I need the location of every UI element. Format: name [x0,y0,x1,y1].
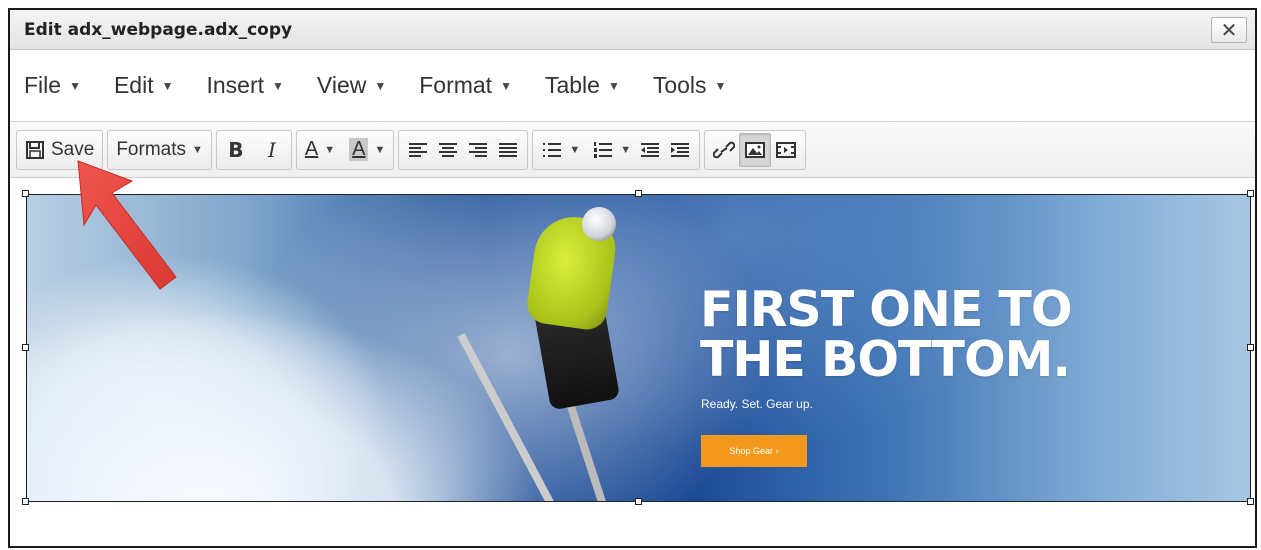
chevron-down-icon: ▼ [324,143,336,156]
menu-tools-label: Tools [652,72,707,98]
indent-icon [671,142,690,157]
headline-line-2: THE BOTTOM. [700,331,1071,388]
formats-group: Formats ▼ [107,129,212,170]
resize-handle-top-middle[interactable] [635,190,642,197]
align-center-icon [439,142,458,157]
menu-edit[interactable]: Edit ▼ [114,72,174,99]
text-color-icon: A [304,138,319,160]
save-label: Save [51,138,95,160]
chevron-down-icon: ▼ [374,143,386,156]
toolbar: Save Formats ▼ B I A ▼ A ▼ ▼ ▼ [10,122,1255,178]
chevron-down-icon: ▼ [500,78,512,93]
italic-icon: I [267,137,276,162]
menu-format-label: Format [419,72,493,98]
headline-line-1: FIRST ONE TO [700,281,1072,338]
banner-image[interactable]: FIRST ONE TO THE BOTTOM. Ready. Set. Gea… [26,194,1251,502]
media-button[interactable] [771,133,801,167]
chevron-down-icon: ▼ [272,78,284,93]
menu-file-label: File [24,72,62,98]
formats-label: Formats [116,138,186,160]
formats-dropdown[interactable]: Formats ▼ [112,133,207,167]
link-icon [713,141,736,158]
bullet-list-button[interactable]: ▼ [537,133,584,167]
menu-insert[interactable]: Insert ▼ [206,72,283,99]
close-icon: ✕ [1220,19,1238,42]
menubar: File ▼ Edit ▼ Insert ▼ View ▼ Format ▼ Table ▼… [10,50,1255,122]
indent-button[interactable] [665,133,695,167]
skier-helmet [582,207,616,241]
dialog-title: Edit adx_webpage.adx_copy [24,19,293,40]
resize-handle-top-left[interactable] [22,190,29,197]
image-icon [745,141,766,158]
background-color-button[interactable]: A ▼ [345,133,389,167]
background-color-icon: A [349,138,369,161]
menu-table[interactable]: Table ▼ [545,72,620,99]
bullet-list-icon [543,142,562,157]
save-group: Save [16,129,104,170]
chevron-down-icon: ▼ [161,78,174,93]
menu-insert-label: Insert [206,72,265,98]
menu-view[interactable]: View ▼ [317,72,386,99]
close-button[interactable]: ✕ [1211,17,1247,43]
bold-icon: B [228,137,244,162]
align-group [398,129,529,170]
resize-handle-top-right[interactable] [1247,190,1254,197]
video-icon [776,141,797,158]
align-left-icon [409,142,428,157]
color-group: A ▼ A ▼ [295,129,395,170]
chevron-down-icon: ▼ [192,143,203,156]
bold-button[interactable]: B [221,133,251,167]
align-right-button[interactable] [463,133,493,167]
chevron-down-icon: ▼ [620,143,632,156]
menu-table-label: Table [544,72,600,98]
resize-handle-bottom-left[interactable] [22,498,29,505]
insert-group [704,129,807,170]
text-color-button[interactable]: A ▼ [301,133,339,167]
menu-format[interactable]: Format ▼ [419,72,512,99]
numbered-list-button[interactable]: ▼ [588,133,635,167]
chevron-down-icon: ▼ [714,78,727,93]
chevron-down-icon: ▼ [607,78,620,93]
outdent-button[interactable] [635,133,665,167]
banner-subline: Ready. Set. Gear up. [701,397,813,411]
menu-tools[interactable]: Tools ▼ [653,72,727,99]
chevron-down-icon: ▼ [569,143,581,156]
outdent-icon [641,142,660,157]
menu-edit-label: Edit [113,72,154,98]
align-justify-button[interactable] [493,133,523,167]
link-button[interactable] [709,133,739,167]
align-justify-icon [499,142,518,157]
chevron-down-icon: ▼ [374,78,387,93]
resize-handle-middle-left[interactable] [22,344,29,351]
menu-view-label: View [316,72,367,98]
resize-handle-middle-right[interactable] [1247,344,1254,351]
align-right-icon [469,142,488,157]
dialog-titlebar: Edit adx_webpage.adx_copy ✕ [10,10,1255,50]
list-group: ▼ ▼ [532,129,701,170]
align-left-button[interactable] [403,133,433,167]
editor-dialog: Edit adx_webpage.adx_copy ✕ File ▼ Edit ▼ … [8,8,1257,548]
resize-handle-bottom-right[interactable] [1247,498,1254,505]
save-button[interactable]: Save [21,133,98,167]
chevron-down-icon: ▼ [69,78,81,93]
banner-headline: FIRST ONE TO THE BOTTOM. [700,281,1072,388]
align-center-button[interactable] [433,133,463,167]
menu-file[interactable]: File ▼ [24,72,81,99]
resize-handle-bottom-middle[interactable] [635,498,642,505]
image-button[interactable] [739,132,772,167]
style-group: B I [215,129,292,170]
numbered-list-icon [594,141,613,158]
snow-spray [27,271,587,501]
editor-content-area[interactable]: FIRST ONE TO THE BOTTOM. Ready. Set. Gea… [10,180,1255,546]
save-icon [26,140,44,159]
shop-gear-button[interactable]: Shop Gear › [701,435,807,467]
italic-button[interactable]: I [257,133,287,167]
